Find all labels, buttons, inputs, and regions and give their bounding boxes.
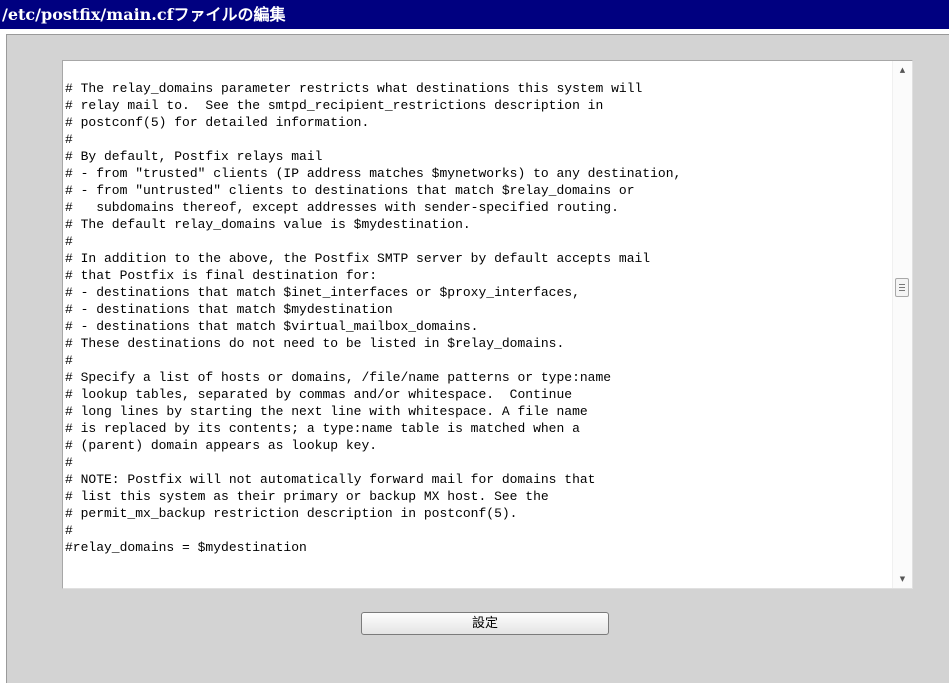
thumb-grip-line — [899, 287, 905, 288]
config-editor[interactable]: # The relay_domains parameter restricts … — [62, 60, 913, 589]
config-textarea[interactable]: # The relay_domains parameter restricts … — [63, 61, 892, 588]
thumb-grip-line — [899, 284, 905, 285]
main-panel: # The relay_domains parameter restricts … — [6, 34, 949, 683]
window-title: /etc/postfix/main.cfファイルの編集 — [0, 0, 949, 29]
thumb-grip-line — [899, 290, 905, 291]
vertical-scrollbar[interactable]: ▲ ▼ — [892, 61, 912, 588]
scroll-up-icon[interactable]: ▲ — [893, 61, 912, 79]
scrollbar-thumb[interactable] — [895, 278, 909, 297]
set-button[interactable]: 設定 — [361, 612, 609, 635]
scroll-down-icon[interactable]: ▼ — [893, 570, 912, 588]
